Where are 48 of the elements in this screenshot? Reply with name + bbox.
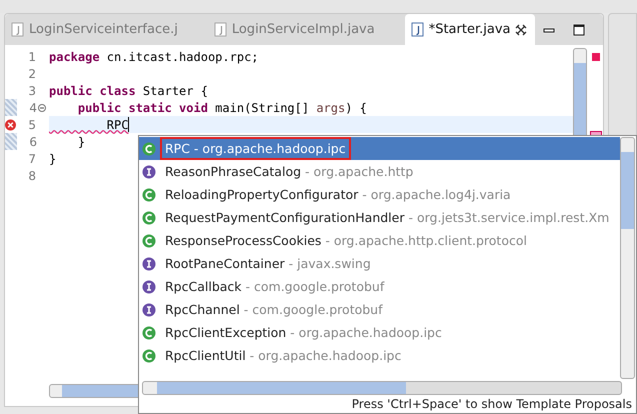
minimize-icon[interactable] <box>543 26 555 34</box>
proposal-item[interactable]: RequestPaymentConfigurationHandler - org.jets3t.service.impl.rest.Xm <box>139 206 620 229</box>
proposal-item[interactable]: ReasonPhraseCatalog - org.apache.http <box>139 160 620 183</box>
line-number: 3 <box>27 84 36 98</box>
highlight-frame: RPC - org.apache.hadoop.ipc <box>160 137 351 160</box>
class-icon <box>142 326 156 340</box>
interface-icon <box>142 302 156 316</box>
java-file-icon <box>11 22 24 37</box>
proposal-item[interactable]: RpcCallback - com.google.protobuf <box>139 275 620 298</box>
interface-icon <box>142 256 156 270</box>
proposal-item[interactable]: RpcClientUtil - org.apache.hadoop.ipc <box>139 344 620 367</box>
class-icon <box>142 210 156 224</box>
close-icon[interactable] <box>515 24 528 36</box>
code-line: } <box>49 152 56 166</box>
code-line: public class Starter { <box>49 84 208 98</box>
line-number: 5 <box>27 118 36 132</box>
code-line: RPC <box>106 118 128 132</box>
line-number: 2 <box>27 66 36 80</box>
class-icon <box>142 348 156 362</box>
scrollbar[interactable] <box>620 137 635 379</box>
java-file-icon <box>214 22 227 37</box>
proposal-item[interactable]: RpcChannel - com.google.protobuf <box>139 298 620 321</box>
error-marker <box>592 53 600 61</box>
class-icon <box>142 188 156 202</box>
line-number: 6 <box>28 134 37 148</box>
code-line: package cn.itcast.hadoop.rpc; <box>49 50 259 64</box>
java-file-icon <box>410 22 424 37</box>
line-number: 8 <box>27 168 36 182</box>
maximize-icon[interactable] <box>573 24 585 36</box>
proposal-item[interactable]: RootPaneContainer - javax.swing <box>139 252 620 275</box>
interface-icon <box>142 164 156 178</box>
status-text: Press 'Ctrl+Space' to show Template Proposals <box>350 396 633 413</box>
collapse-icon[interactable] <box>38 104 46 112</box>
class-icon <box>142 142 156 156</box>
proposal-item[interactable]: ResponseProcessCookies - org.apache.http.client.protocol <box>139 229 620 252</box>
proposal-item[interactable]: ReloadingPropertyConfigurator - org.apache.log4j.varia <box>139 183 620 206</box>
editor-tab[interactable]: *Starter.java <box>404 14 536 45</box>
proposal-item[interactable]: RpcClientException - org.apache.hadoop.ipc <box>139 321 620 344</box>
code-line: } <box>76 134 86 148</box>
interface-icon <box>142 280 156 294</box>
line-number: 7 <box>27 152 36 166</box>
line-number: 1 <box>27 50 36 64</box>
proposal-item[interactable]: RPC - org.apache.hadoop.ipc <box>139 137 620 160</box>
horizontal-scrollbar[interactable] <box>142 381 622 395</box>
line-number: 4 <box>28 100 37 114</box>
code-line: public static void main(String[] args) { <box>76 100 367 114</box>
class-icon <box>142 234 156 248</box>
text-cursor <box>128 117 130 132</box>
